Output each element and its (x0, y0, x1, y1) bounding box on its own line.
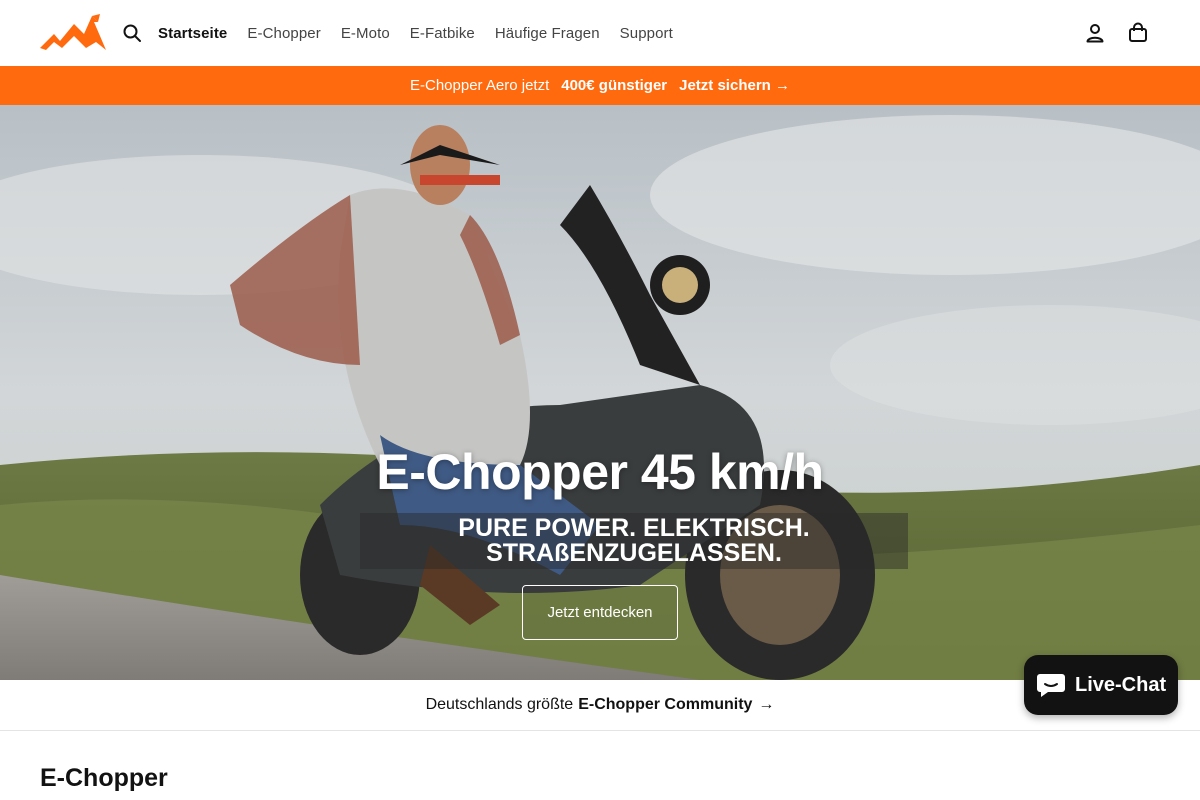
announcement-text: E-Chopper Aero jetzt (410, 77, 550, 94)
hero-subtitle-line-1: PURE POWER. ELEKTRISCH. (458, 514, 810, 542)
live-chat-button[interactable]: Live-Chat (1024, 655, 1178, 715)
announcement-highlight: 400€ günstiger (561, 77, 668, 94)
section-title: E-Chopper (40, 764, 168, 792)
arrow-right-icon: → (758, 696, 775, 713)
hero-banner: E-Chopper 45 km/h PURE POWER. ELEKTRISCH… (0, 105, 1200, 680)
live-chat-label: Live-Chat (1075, 673, 1167, 696)
community-link[interactable]: Deutschlands größte E-Chopper Community … (0, 680, 1200, 731)
community-prefix: Deutschlands größte (425, 696, 574, 713)
search-icon[interactable] (122, 22, 142, 44)
hero-cta-button[interactable]: Jetzt entdecken (522, 585, 678, 640)
brand-logo[interactable] (40, 14, 106, 50)
site-header: Startseite E-Chopper E-Moto E-Fatbike Hä… (0, 0, 1200, 66)
nav-item-startseite[interactable]: Startseite (158, 25, 227, 42)
hero-subtitle-line-2: STRAßENZUGELASSEN. (486, 539, 782, 567)
nav-item-e-fatbike[interactable]: E-Fatbike (410, 25, 475, 42)
main-nav: Startseite E-Chopper E-Moto E-Fatbike Hä… (158, 0, 673, 66)
community-bold: E-Chopper Community (578, 696, 753, 713)
announcement-bar[interactable]: E-Chopper Aero jetzt 400€ günstiger Jetz… (0, 66, 1200, 105)
nav-item-e-chopper[interactable]: E-Chopper (247, 25, 320, 42)
announcement-link[interactable]: Jetzt sichern → (679, 77, 790, 94)
nav-item-e-moto[interactable]: E-Moto (341, 25, 390, 42)
account-icon[interactable] (1084, 22, 1106, 44)
nav-item-faq[interactable]: Häufige Fragen (495, 25, 600, 42)
chat-bubble-icon (1037, 674, 1065, 697)
nav-item-support[interactable]: Support (620, 25, 673, 42)
cart-icon[interactable] (1127, 22, 1149, 44)
hero-title: E-Chopper 45 km/h (376, 444, 824, 500)
hero-subtitle: PURE POWER. ELEKTRISCH. STRAßENZUGELASSE… (360, 513, 908, 569)
